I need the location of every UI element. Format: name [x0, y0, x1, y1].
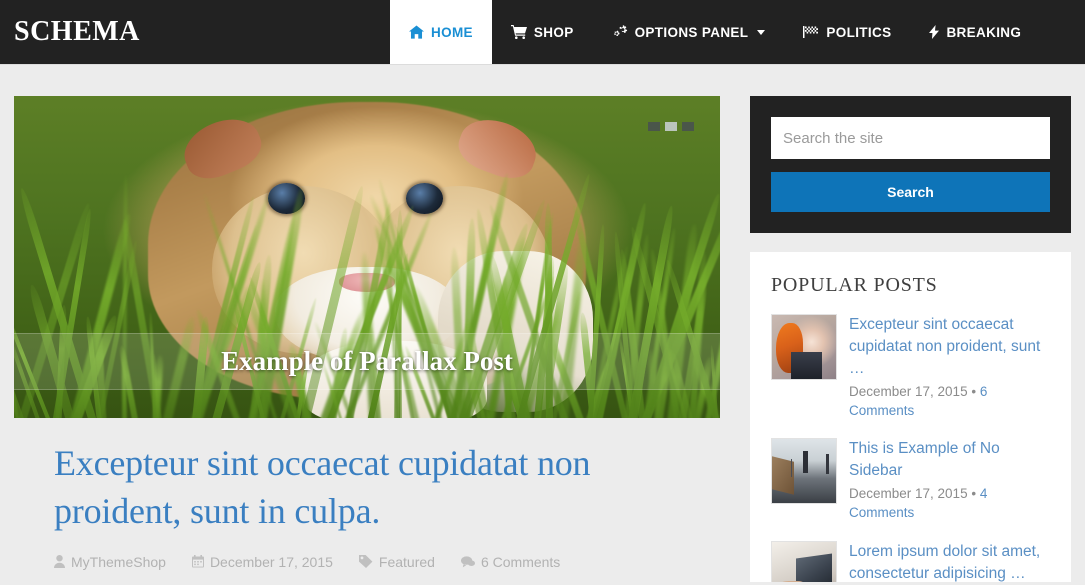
article-meta: MyThemeShop December 17, 2015 Featured 6… [54, 554, 680, 570]
post-title[interactable]: Lorem ipsum dolor sit amet, consectetur … [849, 541, 1050, 582]
post-title[interactable]: Excepteur sint occaecat cupidatat non pr… [849, 314, 1050, 380]
post-thumbnail[interactable] [771, 438, 837, 505]
nav-item-home-label: HOME [431, 24, 473, 40]
page-layout: Example of Parallax Post Excepteur sint … [0, 68, 1085, 585]
post-date: December 17, 2015 [849, 486, 968, 502]
post-meta: December 17, 2015 • 6 Comments [849, 382, 1050, 420]
nav-item-home[interactable]: HOME [390, 0, 492, 64]
post-meta-separator: • [971, 384, 977, 399]
post-date: December 17, 2015 [849, 384, 968, 399]
main-navigation: HOME SHOP OPTIONS PANEL POLITICS BREAKIN… [390, 0, 1085, 64]
hero-title[interactable]: Example of Parallax Post [14, 346, 720, 377]
gears-icon [612, 25, 628, 39]
nav-item-politics-label: POLITICS [826, 24, 892, 40]
list-item[interactable]: Lorem ipsum dolor sit amet, consectetur … [771, 540, 1050, 582]
tag-icon [358, 555, 373, 569]
nav-item-breaking[interactable]: BREAKING [910, 0, 1040, 64]
post-meta-separator: • [971, 486, 977, 502]
widget-popular-posts: POPULAR POSTS Excepteur sint occaecat cu… [750, 252, 1071, 582]
calendar-icon [191, 555, 204, 568]
post-meta: December 17, 2015 • 4 Comments [849, 484, 1050, 522]
nav-item-options-panel-label: OPTIONS PANEL [634, 24, 749, 40]
widget-popular-heading: POPULAR POSTS [771, 274, 938, 296]
slider-indicators[interactable] [648, 122, 694, 131]
article-title[interactable]: Excepteur sint occaecat cupidatat non pr… [54, 440, 680, 536]
meta-date: December 17, 2015 [191, 553, 333, 570]
meta-author-label: MyThemeShop [71, 553, 166, 570]
nav-item-options-panel[interactable]: OPTIONS PANEL [593, 0, 785, 64]
list-item[interactable]: This is Example of No Sidebar December 1… [771, 438, 1050, 522]
meta-date-label: December 17, 2015 [209, 553, 333, 570]
site-logo-text: SCHEMA [14, 16, 140, 47]
meta-author[interactable]: MyThemeShop [54, 554, 166, 570]
nav-item-politics[interactable]: POLITICS [784, 0, 910, 64]
post-thumbnail[interactable] [771, 540, 837, 582]
meta-comments[interactable]: 6 Comments [460, 553, 561, 570]
post-title[interactable]: This is Example of No Sidebar [849, 438, 1050, 482]
nav-item-shop[interactable]: SHOP [492, 0, 593, 64]
cart-icon [510, 25, 527, 39]
main-column: Example of Parallax Post Excepteur sint … [14, 96, 720, 585]
nav-item-shop-label: SHOP [533, 24, 574, 40]
meta-category[interactable]: Featured [358, 553, 435, 570]
search-input[interactable] [771, 117, 1050, 159]
chevron-down-icon [757, 29, 766, 35]
sidebar: Search POPULAR POSTS Excepteur sint occa… [750, 96, 1071, 585]
bolt-icon [929, 25, 940, 39]
slider-dot-1[interactable] [648, 122, 660, 131]
nav-item-breaking-label: BREAKING [946, 24, 1022, 40]
site-logo[interactable]: SCHEMA [0, 0, 390, 64]
user-icon [54, 555, 65, 569]
comment-icon [460, 556, 475, 568]
home-icon [409, 25, 424, 39]
list-item[interactable]: Excepteur sint occaecat cupidatat non pr… [771, 314, 1050, 420]
post-thumbnail[interactable] [771, 314, 837, 380]
meta-comments-label: 6 Comments [480, 553, 561, 570]
search-button[interactable]: Search [771, 172, 1050, 212]
slider-dot-3[interactable] [682, 122, 694, 131]
widget-search: Search [750, 96, 1071, 233]
hero-title-bar: Example of Parallax Post [14, 333, 720, 390]
meta-category-label: Featured [378, 553, 435, 570]
flag-icon [803, 25, 819, 39]
slider-dot-2[interactable] [665, 122, 677, 131]
hero-slider[interactable]: Example of Parallax Post [14, 96, 720, 418]
article-preview: Excepteur sint occaecat cupidatat non pr… [14, 418, 720, 585]
site-header: SCHEMA HOME SHOP OPTIONS PANEL POLITICS … [0, 0, 1085, 64]
